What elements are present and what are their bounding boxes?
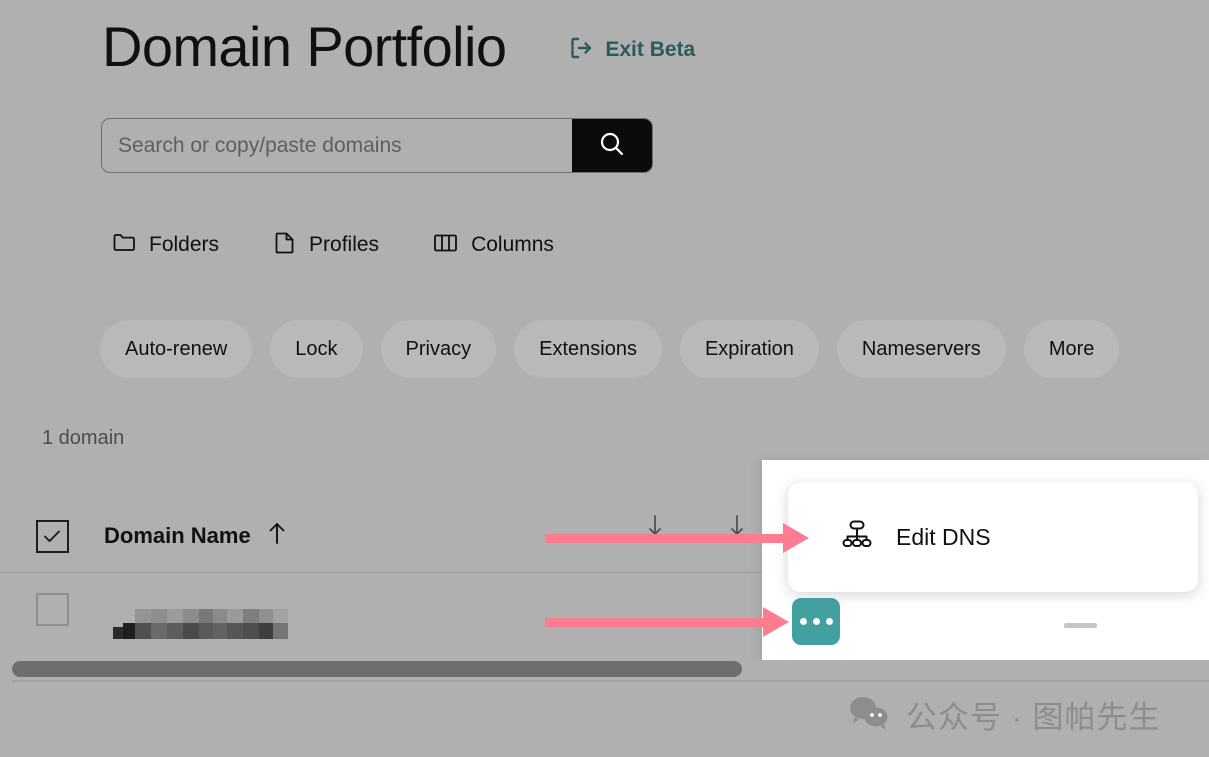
filter-pill-privacy[interactable]: Privacy [380, 320, 497, 378]
exit-beta-link[interactable]: Exit Beta [568, 35, 695, 66]
toolbar-item-folders-label: Folders [149, 233, 220, 256]
ellipsis-icon [812, 618, 820, 625]
toolbar-item-profiles-label: Profiles [309, 233, 380, 256]
wechat-icon [848, 694, 890, 735]
exit-beta-label: Exit Beta [605, 38, 696, 61]
watermark: 公众号 · 图帕先生 [848, 692, 1161, 737]
filter-pill-expiration[interactable]: Expiration [679, 320, 819, 378]
page-title: Domain Portfolio [102, 15, 507, 78]
arrow-down-icon[interactable] [645, 514, 665, 543]
column-header-domain-name[interactable]: Domain Name [104, 520, 289, 552]
row-select-checkbox[interactable] [35, 593, 69, 626]
search-bar [101, 118, 653, 173]
ellipsis-icon [799, 618, 807, 625]
page-header: Domain Portfolio Exit Beta [102, 14, 695, 80]
ellipsis-icon [825, 618, 833, 625]
redacted-domain-name [113, 605, 288, 639]
column-header-sort-indicators [645, 514, 747, 543]
filter-pill-lock[interactable]: Lock [270, 320, 363, 378]
filter-pill-nameservers[interactable]: Nameservers [836, 320, 1006, 378]
select-all-checkbox[interactable] [35, 519, 69, 553]
column-header-domain-name-label: Domain Name [104, 523, 251, 548]
row-select-cell [0, 593, 104, 626]
arrow-down-icon[interactable] [727, 514, 747, 543]
columns-icon [432, 230, 459, 260]
select-all-cell [0, 519, 104, 553]
search-input[interactable] [102, 119, 572, 172]
toolbar: Folders Profiles Columns [112, 230, 607, 260]
sitemap-icon [840, 518, 874, 557]
search-icon [597, 129, 627, 162]
toolbar-item-columns-label: Columns [471, 233, 554, 256]
domain-count-label: 1 domain [42, 427, 125, 449]
scrollbar-baseline [12, 680, 1209, 682]
document-icon [272, 230, 297, 260]
toolbar-item-columns[interactable]: Columns [432, 230, 554, 260]
exit-arrow-icon [568, 35, 594, 66]
search-button[interactable] [572, 119, 652, 172]
filter-pill-extensions[interactable]: Extensions [514, 320, 662, 378]
filter-pill-more[interactable]: More [1023, 320, 1120, 378]
filter-pill-auto-renew[interactable]: Auto-renew [100, 320, 253, 378]
toolbar-item-folders[interactable]: Folders [112, 230, 219, 260]
filter-pill-row: Auto-renew Lock Privacy Extensions Expir… [100, 320, 1120, 378]
watermark-text: 公众号 · 图帕先生 [906, 700, 1161, 735]
horizontal-scrollbar-thumb[interactable] [12, 661, 742, 677]
app-screen: Domain Portfolio Exit Beta Search or cop… [0, 0, 1209, 757]
context-menu-item-edit-dns-label: Edit DNS [896, 523, 991, 550]
row-action-overlay: Edit DNS [762, 460, 1209, 662]
folder-icon [112, 230, 137, 260]
empty-value-placeholder [1064, 623, 1097, 628]
toolbar-item-profiles[interactable]: Profiles [272, 230, 379, 260]
context-menu-item-edit-dns[interactable]: Edit DNS [788, 482, 1198, 592]
arrow-up-icon [265, 520, 289, 552]
row-more-actions-button[interactable] [792, 598, 840, 645]
